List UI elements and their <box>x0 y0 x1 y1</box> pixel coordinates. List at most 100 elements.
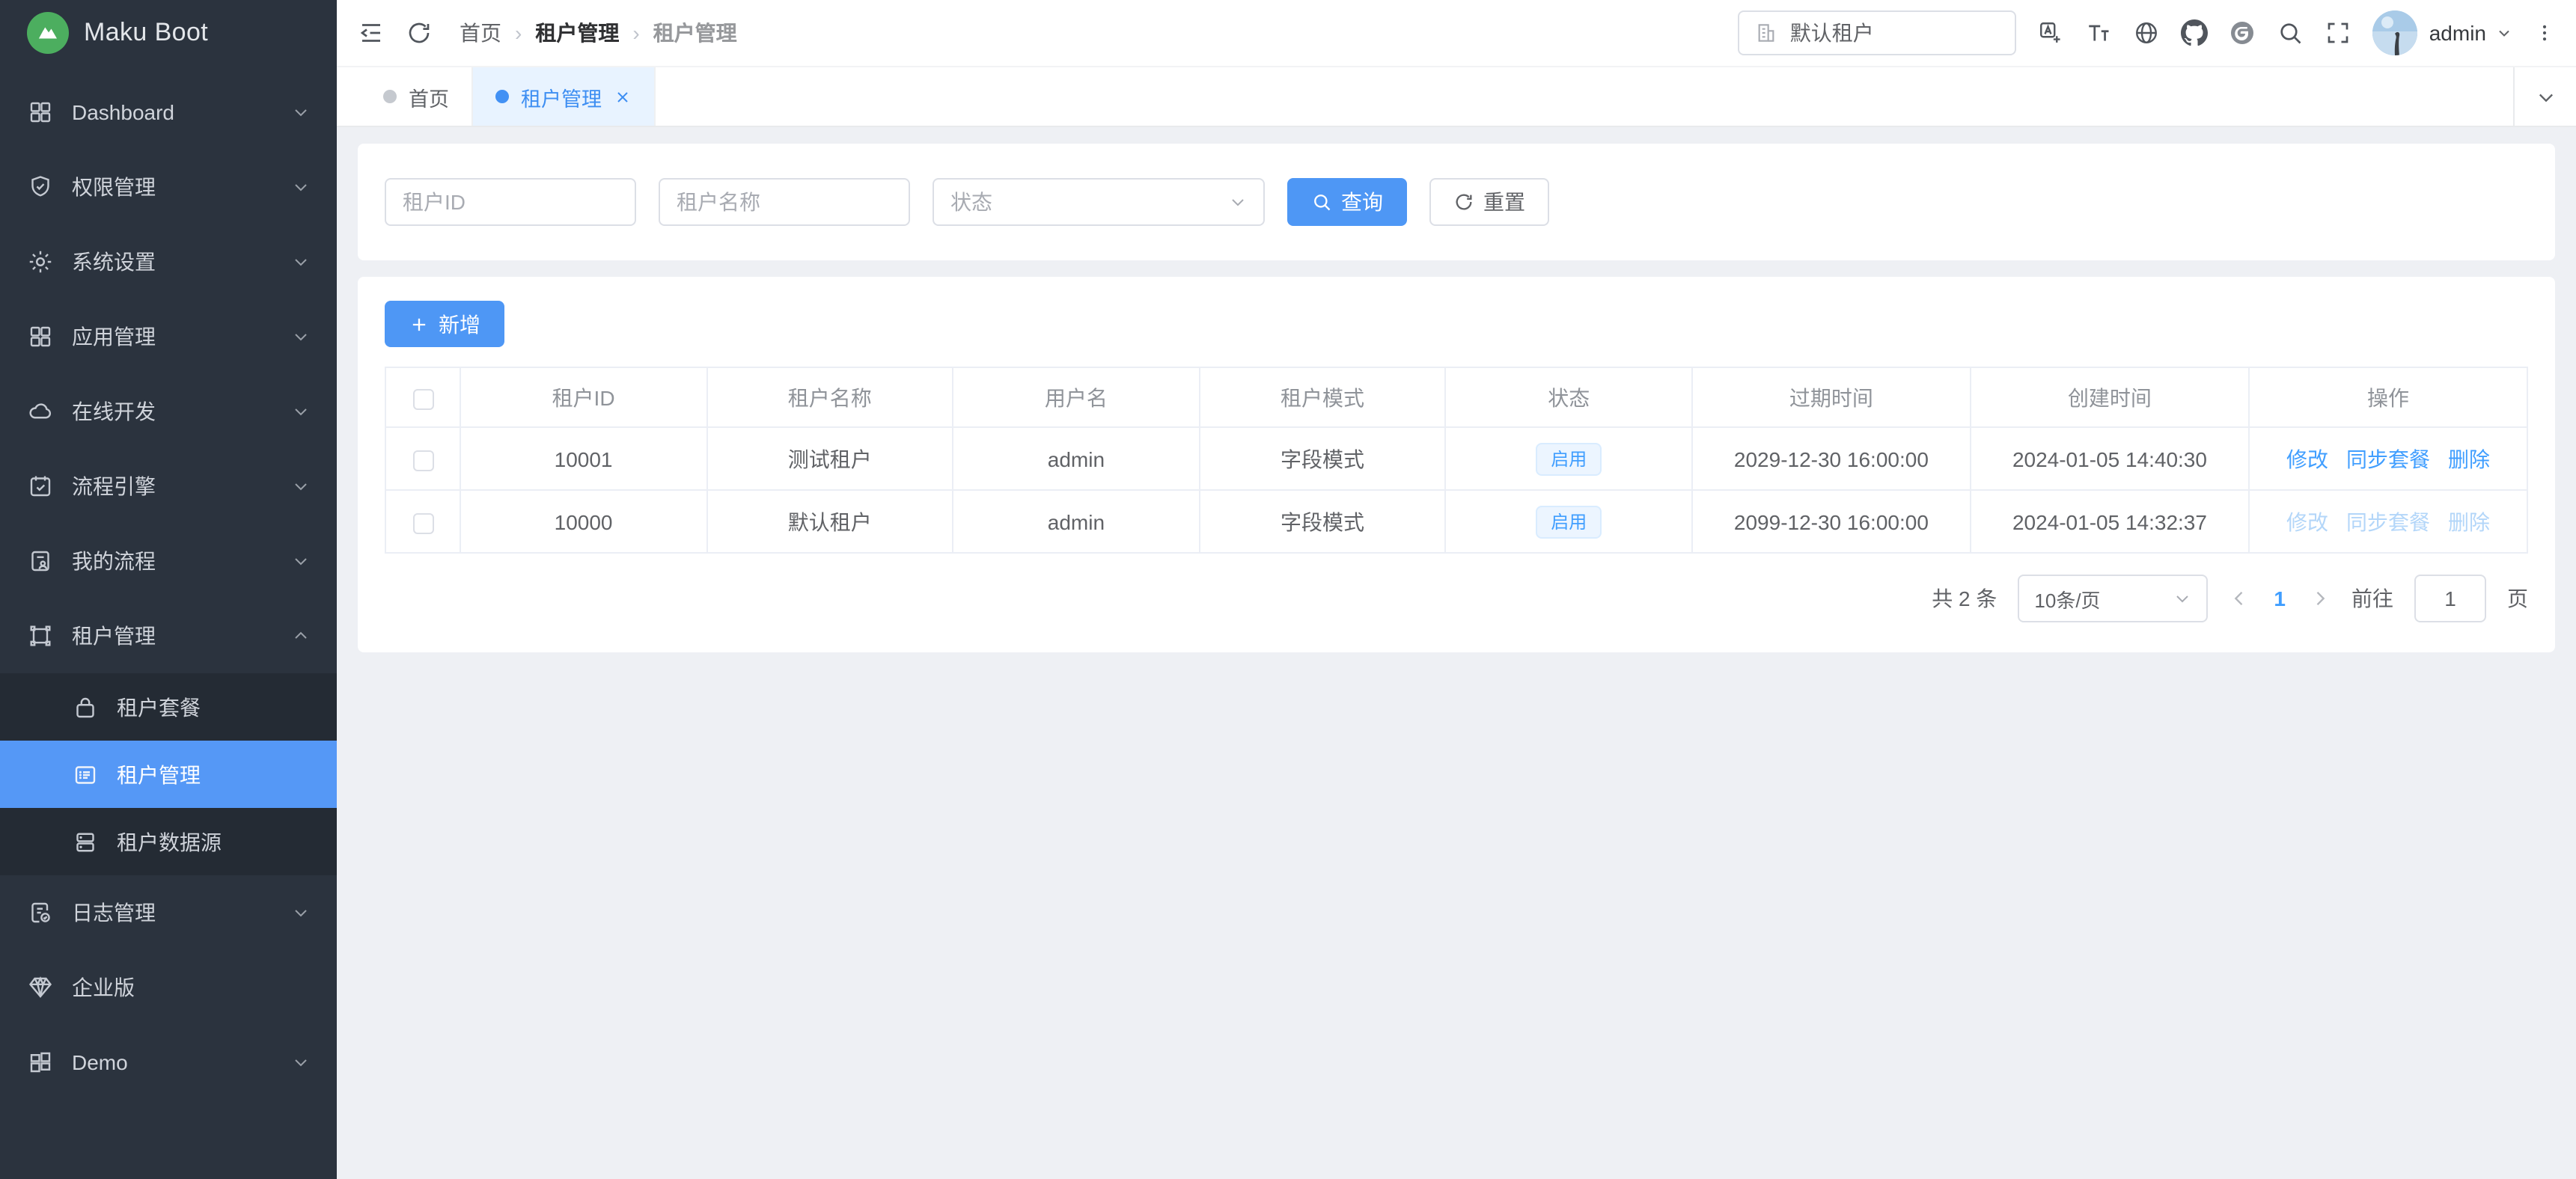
sidebar-item-permission[interactable]: 权限管理 <box>0 150 337 224</box>
page-size-select[interactable]: 10条/页 <box>2018 575 2208 622</box>
apps-icon <box>27 323 54 350</box>
sidebar-collapse-icon[interactable] <box>358 19 385 46</box>
tenant-select-value: 默认租户 <box>1790 18 1874 48</box>
refresh-icon[interactable] <box>406 19 433 46</box>
chevron-down-icon <box>292 178 310 196</box>
tab-home[interactable]: 首页 <box>361 67 473 126</box>
row-checkbox[interactable] <box>412 512 433 533</box>
delete-link[interactable]: 删除 <box>2448 447 2490 471</box>
page-number[interactable]: 1 <box>2271 587 2289 610</box>
github-icon[interactable] <box>2181 19 2208 46</box>
logo-text: Maku Boot <box>84 18 208 48</box>
sidebar-item-label: 租户管理 <box>117 759 310 789</box>
avatar[interactable] <box>2372 10 2417 55</box>
cell-mode: 字段模式 <box>1199 490 1445 553</box>
next-page-icon[interactable] <box>2310 588 2331 609</box>
header-select-all-cell <box>385 367 460 427</box>
chevron-down-icon <box>292 1053 310 1071</box>
delete-link[interactable]: 删除 <box>2448 509 2490 533</box>
table-header-row: 租户ID 租户名称 用户名 租户模式 状态 过期时间 创建时间 操作 <box>385 367 2527 427</box>
refresh-icon <box>1453 192 1474 212</box>
sidebar-item-my-workflow[interactable]: 我的流程 <box>0 524 337 598</box>
prev-page-icon[interactable] <box>2229 588 2250 609</box>
cell-username: admin <box>953 490 1199 553</box>
page-content: 状态 查询 重置 新增 <box>337 127 2576 1179</box>
sidebar-item-tenant-package[interactable]: 租户套餐 <box>0 673 337 741</box>
sidebar-item-tenant-manage[interactable]: 租户管理 <box>0 741 337 808</box>
goto-page-input[interactable] <box>2414 575 2486 622</box>
calendar-check-icon <box>27 473 54 500</box>
sidebar-item-label: 租户管理 <box>72 621 274 651</box>
column-header: 创建时间 <box>1971 367 2249 427</box>
cell-actions: 修改同步套餐删除 <box>2249 427 2527 490</box>
font-size-icon[interactable] <box>2085 19 2112 46</box>
breadcrumb-tenant[interactable]: 租户管理 <box>535 18 619 48</box>
user-chevron-down-icon <box>2495 24 2513 42</box>
row-checkbox[interactable] <box>412 450 433 471</box>
sidebar-item-logs[interactable]: 日志管理 <box>0 875 337 950</box>
chevron-up-icon <box>292 627 310 645</box>
tab-options-button[interactable] <box>2513 67 2576 126</box>
table-row: 10000 默认租户 admin 字段模式 启用 2099-12-30 16:0… <box>385 490 2527 553</box>
chevron-down-icon <box>292 402 310 420</box>
sidebar-item-tenant-datasource[interactable]: 租户数据源 <box>0 808 337 875</box>
column-header: 租户ID <box>460 367 706 427</box>
tab-dot <box>495 90 509 103</box>
reset-button[interactable]: 重置 <box>1429 178 1549 226</box>
chevron-down-icon <box>2173 590 2191 607</box>
status-badge: 启用 <box>1536 505 1602 538</box>
sync-package-link[interactable]: 同步套餐 <box>2346 447 2430 471</box>
frame-icon <box>27 622 54 649</box>
sidebar-item-workflow-engine[interactable]: 流程引擎 <box>0 449 337 524</box>
search-icon[interactable] <box>2277 19 2304 46</box>
sidebar-item-applications[interactable]: 应用管理 <box>0 299 337 374</box>
tab-tenant-manage[interactable]: 租户管理 <box>473 67 656 126</box>
chevron-down-icon <box>292 904 310 922</box>
app-window: Maku Boot Dashboard 权限管理 系统设置 应用管理 <box>0 0 2576 1179</box>
sidebar-item-label: 企业版 <box>72 973 310 1002</box>
user-name[interactable]: admin <box>2429 21 2486 45</box>
sidebar-item-settings[interactable]: 系统设置 <box>0 224 337 299</box>
sidebar-item-dashboard[interactable]: Dashboard <box>0 75 337 150</box>
edit-link[interactable]: 修改 <box>2286 447 2328 471</box>
column-header: 状态 <box>1446 367 1692 427</box>
cell-expire-time: 2029-12-30 16:00:00 <box>1692 427 1971 490</box>
breadcrumb-home[interactable]: 首页 <box>460 18 501 48</box>
gitee-icon[interactable] <box>2229 19 2256 46</box>
cell-create-time: 2024-01-05 14:40:30 <box>1971 427 2249 490</box>
chevron-down-icon <box>1229 193 1247 211</box>
log-doc-icon <box>27 899 54 926</box>
database-icon <box>72 828 99 855</box>
translate-icon[interactable] <box>2037 19 2064 46</box>
language-globe-icon[interactable] <box>2133 19 2160 46</box>
logo[interactable]: Maku Boot <box>0 0 337 66</box>
tab-label: 首页 <box>409 82 449 111</box>
grid-icon <box>27 99 54 126</box>
fullscreen-icon[interactable] <box>2325 19 2351 46</box>
tab-close-icon[interactable] <box>614 88 632 105</box>
add-button[interactable]: 新增 <box>385 301 504 347</box>
more-vertical-icon[interactable] <box>2534 19 2555 46</box>
shield-check-icon <box>27 174 54 200</box>
logo-mountain-icon <box>27 12 69 54</box>
tenant-name-input[interactable] <box>659 178 910 226</box>
sync-package-link[interactable]: 同步套餐 <box>2346 509 2430 533</box>
edit-link[interactable]: 修改 <box>2286 509 2328 533</box>
sidebar-item-demo[interactable]: Demo <box>0 1025 337 1100</box>
sidebar-item-online-dev[interactable]: 在线开发 <box>0 374 337 449</box>
status-select[interactable]: 状态 <box>933 178 1265 226</box>
select-all-checkbox[interactable] <box>412 388 433 409</box>
sidebar-item-tenant[interactable]: 租户管理 <box>0 598 337 673</box>
sidebar-item-label: 在线开发 <box>72 396 274 426</box>
sidebar-menu: Dashboard 权限管理 系统设置 应用管理 在线开发 <box>0 66 337 1179</box>
cell-expire-time: 2099-12-30 16:00:00 <box>1692 490 1971 553</box>
cell-tenant-id: 10000 <box>460 490 706 553</box>
page-size-value: 10条/页 <box>2034 584 2100 613</box>
chevron-down-icon <box>292 103 310 121</box>
tenant-select[interactable]: 默认租户 <box>1738 10 2016 55</box>
tenant-id-input[interactable] <box>385 178 636 226</box>
search-button[interactable]: 查询 <box>1287 178 1407 226</box>
list-square-icon <box>72 761 99 788</box>
status-badge: 启用 <box>1536 442 1602 475</box>
sidebar-item-enterprise[interactable]: 企业版 <box>0 950 337 1025</box>
